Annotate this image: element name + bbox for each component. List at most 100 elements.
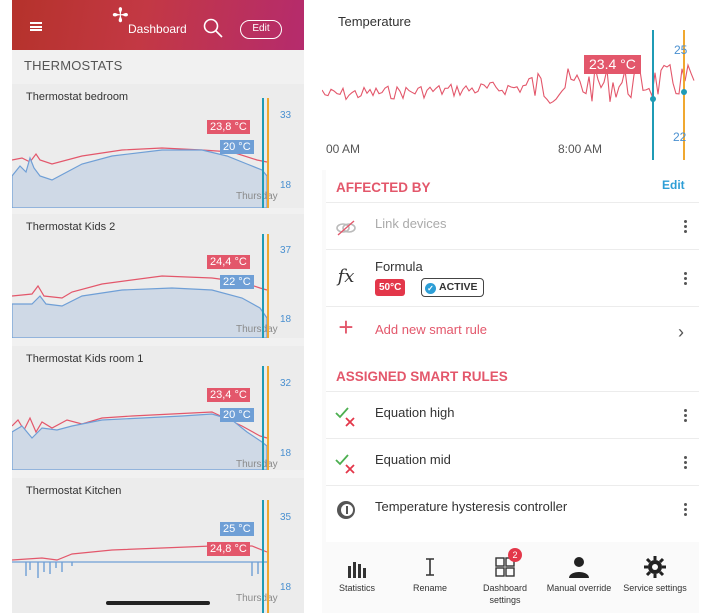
- formula-label: Formula: [375, 259, 423, 274]
- nav-label: Rename: [412, 583, 448, 593]
- section-title: THERMOSTATS: [24, 58, 123, 73]
- cursor-line: [262, 98, 264, 208]
- axis-min: 18: [280, 448, 292, 459]
- thermostat-card[interactable]: Thermostat Kids 2 24,4 °C 22 °C 37 18 Th…: [12, 214, 304, 338]
- temperature-sparkline: [12, 411, 268, 470]
- gear-icon: [644, 556, 666, 578]
- dashboard-screen: ✢ Dashboard Edit THERMOSTATS Thermostat …: [12, 0, 304, 613]
- nav-label: Statistics: [338, 583, 375, 593]
- function-icon: fx: [337, 266, 355, 287]
- fan-logo-icon: ✢: [112, 5, 129, 27]
- axis-min: 18: [280, 314, 292, 325]
- day-label: Thursday: [236, 459, 278, 470]
- nav-manual-override[interactable]: Manual override: [544, 542, 614, 613]
- thermostat-card[interactable]: Thermostat Kids room 1 23,4 °C 20 °C 32 …: [12, 346, 304, 470]
- current-temp-label: 23.4 °C: [584, 55, 641, 74]
- notification-badge: 2: [508, 548, 522, 562]
- rule-label: Temperature hysteresis controller: [375, 499, 568, 514]
- setpoint-temp-blue: 20 °C: [220, 140, 254, 154]
- time-label: 00 AM: [326, 142, 361, 156]
- setpoint-temp-blue: 20 °C: [220, 408, 254, 422]
- nav-label: Manual override: [546, 583, 612, 593]
- assigned-rules-header: ASSIGNED SMART RULES: [336, 369, 508, 384]
- formula-row[interactable]: fx Formula 50°C ✓ ACTIVE: [326, 249, 699, 306]
- bottom-navigation: Statistics Rename 2 Dashboard settings M…: [322, 542, 699, 613]
- setpoint-temp-blue: 22 °C: [220, 275, 254, 289]
- day-label: Thursday: [236, 191, 278, 202]
- edit-link[interactable]: Edit: [662, 178, 685, 192]
- nav-dashboard-settings[interactable]: 2 Dashboard settings: [470, 542, 540, 613]
- current-temp-red: 24,4 °C: [207, 255, 250, 269]
- person-icon: [569, 557, 589, 578]
- axis-max: 32: [280, 378, 292, 389]
- check-cross-icon: [335, 454, 355, 474]
- home-indicator[interactable]: [106, 601, 210, 605]
- axis-min: 18: [280, 582, 292, 593]
- rule-label: Equation mid: [375, 452, 451, 467]
- now-line: [267, 234, 269, 338]
- nav-label: Service settings: [623, 583, 687, 593]
- nav-rename[interactable]: Rename: [395, 542, 465, 613]
- chevron-right-icon: ›: [678, 322, 684, 342]
- more-icon[interactable]: [684, 272, 687, 285]
- cursor-line: [262, 234, 264, 338]
- nav-label: Dashboard settings: [482, 583, 528, 605]
- nav-statistics[interactable]: Statistics: [322, 542, 392, 613]
- search-icon[interactable]: [203, 18, 223, 38]
- rule-label: Equation high: [375, 405, 455, 420]
- axis-max: 35: [280, 512, 292, 523]
- rule-row[interactable]: Temperature hysteresis controller: [326, 485, 699, 532]
- rule-row[interactable]: Equation mid: [326, 438, 699, 485]
- current-temp-red: 24,8 °C: [207, 542, 250, 556]
- now-line: [267, 500, 269, 613]
- axis-min: 22: [673, 130, 687, 144]
- rules-panel: AFFECTED BY Edit Link devices fx Formula…: [326, 170, 699, 542]
- temperature-sparkline: [12, 275, 268, 338]
- current-temp-red: 23,4 °C: [207, 388, 250, 402]
- axis-min: 18: [280, 180, 292, 191]
- link-off-icon: [336, 220, 356, 236]
- add-rule-row[interactable]: + Add new smart rule ›: [326, 306, 699, 353]
- text-cursor-icon: [426, 558, 434, 576]
- edit-button[interactable]: Edit: [240, 20, 282, 39]
- cursor-line: [262, 366, 264, 470]
- menu-icon[interactable]: [30, 22, 42, 31]
- thermostat-icon: [337, 501, 355, 519]
- add-rule-label: Add new smart rule: [375, 322, 487, 337]
- axis-max: 37: [280, 245, 292, 256]
- day-label: Thursday: [236, 593, 278, 604]
- link-devices-label: Link devices: [375, 216, 447, 231]
- nav-service-settings[interactable]: Service settings: [620, 542, 690, 613]
- status-label: ACTIVE: [439, 281, 478, 293]
- now-line: [267, 98, 269, 208]
- active-status-badge: ✓ ACTIVE: [421, 278, 484, 297]
- axis-max: 25: [674, 43, 688, 57]
- day-label: Thursday: [236, 324, 278, 335]
- check-icon: ✓: [425, 283, 436, 294]
- page-title: Dashboard: [128, 22, 187, 36]
- bar-chart-icon: [348, 562, 366, 578]
- device-detail-screen: Temperature 23.4 °C 25 22 00 AM 8:00 AM …: [322, 0, 699, 613]
- formula-value-badge: 50°C: [375, 279, 406, 296]
- temperature-line: [322, 30, 695, 160]
- thermostat-card[interactable]: Thermostat bedroom 23,8 °C 20 °C 33 18 T…: [12, 84, 304, 208]
- rule-row[interactable]: Equation high: [326, 391, 699, 438]
- top-app-bar: ✢ Dashboard Edit: [12, 0, 304, 50]
- current-temp-red: 23,8 °C: [207, 120, 250, 134]
- axis-max: 33: [280, 110, 292, 121]
- link-devices-row[interactable]: Link devices: [326, 202, 699, 249]
- now-line: [267, 366, 269, 470]
- cursor-line: [262, 500, 264, 613]
- more-icon[interactable]: [684, 409, 687, 422]
- check-cross-icon: [335, 407, 355, 427]
- temperature-chart[interactable]: Temperature 23.4 °C 25 22 00 AM 8:00 AM: [322, 0, 699, 170]
- more-icon[interactable]: [684, 503, 687, 516]
- time-label: 8:00 AM: [558, 142, 603, 156]
- temperature-sparkline: [12, 147, 268, 208]
- more-icon[interactable]: [684, 456, 687, 469]
- more-icon[interactable]: [684, 220, 687, 233]
- thermostat-card[interactable]: Thermostat Kitchen 25 °C 24,8 °C 35 18 T…: [12, 478, 304, 613]
- affected-by-header: AFFECTED BY: [336, 180, 431, 195]
- setpoint-temp-blue: 25 °C: [220, 522, 254, 536]
- plus-icon: +: [338, 312, 354, 342]
